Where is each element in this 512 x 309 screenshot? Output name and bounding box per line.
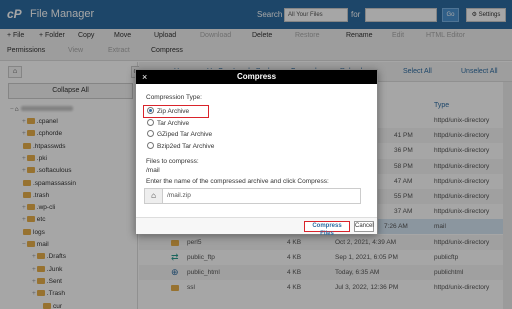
- archive-path-input[interactable]: /mail.zip: [167, 189, 191, 203]
- option-label: Tar Archive: [157, 119, 190, 127]
- dialog-title: Compress: [136, 70, 377, 84]
- cancel-button[interactable]: Cancel: [354, 221, 374, 232]
- compression-option[interactable]: GZiped Tar Archive: [147, 130, 212, 139]
- archive-name-prompt: Enter the name of the compressed archive…: [146, 178, 329, 185]
- compress-files-button[interactable]: Compress Files: [304, 221, 350, 237]
- compression-option[interactable]: Zip Archive: [147, 107, 189, 116]
- dialog-footer: Compress Files Cancel: [136, 217, 377, 237]
- radio-button[interactable]: [147, 118, 154, 126]
- files-to-compress-label: Files to compress:: [146, 158, 199, 165]
- compression-option[interactable]: Bzip2ed Tar Archive: [147, 141, 215, 151]
- close-icon[interactable]: ×: [142, 70, 147, 84]
- radio-button[interactable]: [147, 141, 154, 149]
- option-label: GZiped Tar Archive: [157, 131, 213, 138]
- archive-path-field[interactable]: ⌂ /mail.zip: [144, 188, 361, 204]
- files-to-compress-value: /mail: [146, 167, 160, 174]
- radio-button[interactable]: [147, 107, 154, 114]
- option-label: Zip Archive: [157, 108, 190, 115]
- compression-type-label: Compression Type:: [146, 94, 202, 101]
- home-icon: ⌂: [145, 189, 163, 203]
- option-label: Bzip2ed Tar Archive: [157, 142, 215, 150]
- compress-dialog: Compress × Compression Type: Zip Archive…: [135, 69, 378, 237]
- compression-option[interactable]: Tar Archive: [147, 118, 190, 128]
- radio-button[interactable]: [147, 130, 154, 137]
